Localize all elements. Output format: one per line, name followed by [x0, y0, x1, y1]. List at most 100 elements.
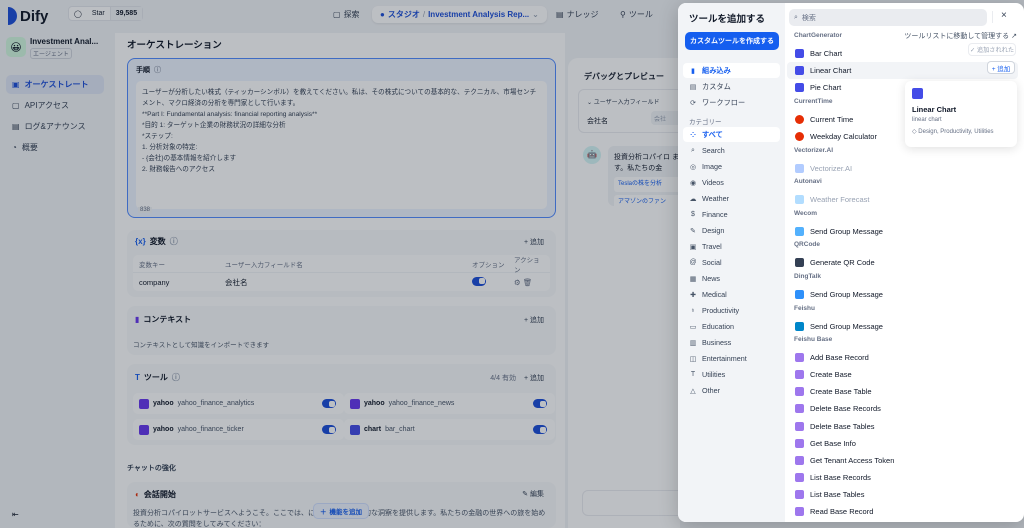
tool-list-item[interactable]: List Base Tables: [787, 486, 1018, 503]
tool-list-item[interactable]: Weather Forecast: [787, 191, 1018, 208]
provider-icon: [795, 490, 804, 499]
divider: [992, 11, 993, 23]
tool-list-item[interactable]: Create Base Table: [787, 383, 1018, 400]
category-other[interactable]: △Other: [683, 383, 780, 398]
category-image[interactable]: ◎Image: [683, 159, 780, 174]
category-label: Design: [702, 226, 724, 235]
category-business[interactable]: ▥Business: [683, 335, 780, 350]
tool-list-item[interactable]: Linear Chart: [787, 62, 1018, 79]
category-label: Education: [702, 322, 734, 331]
provider-heading: Vectorizer.AI: [794, 147, 833, 154]
tool-label: Read Base Record: [810, 507, 873, 516]
tool-label: Send Group Message: [810, 290, 883, 299]
tool-list-item[interactable]: Send Group Message: [787, 223, 1018, 240]
category-weather[interactable]: ☁Weather: [683, 191, 780, 206]
tool-label: Add Base Record: [810, 353, 869, 362]
category-social[interactable]: @Social: [683, 255, 780, 270]
workflow-icon: ⟳: [689, 99, 697, 107]
provider-heading: Wecom: [794, 210, 817, 217]
category-label: 組み込み: [702, 66, 731, 76]
category-label: Productivity: [702, 306, 739, 315]
create-custom-tool-button[interactable]: カスタムツールを作成する: [685, 32, 779, 50]
category-label: Videos: [702, 178, 724, 187]
provider-type-0[interactable]: ▮組み込み: [683, 63, 780, 78]
category-label: カスタム: [702, 82, 731, 92]
education-icon: ▭: [689, 323, 697, 331]
tool-tooltip: Linear Chartlinear chart◇ Design, Produc…: [905, 81, 1017, 147]
tool-list-item[interactable]: Send Group Message: [787, 286, 1018, 303]
category-label: Search: [702, 146, 725, 155]
tool-list-item[interactable]: Read Base Record: [787, 503, 1018, 520]
tool-label: Weekday Calculator: [810, 132, 877, 141]
travel-icon: ▣: [689, 243, 697, 251]
provider-icon: [795, 115, 804, 124]
category-education[interactable]: ▭ Education: [683, 319, 780, 334]
news-icon: ▦: [689, 275, 697, 283]
category-finance[interactable]: $Finance: [683, 207, 780, 222]
tool-label: Pie Chart: [810, 83, 841, 92]
tool-label: Get Tenant Access Token: [810, 456, 894, 465]
provider-icon: [795, 507, 804, 516]
provider-icon: [795, 258, 804, 267]
tool-label: Delete Base Tables: [810, 422, 875, 431]
tool-label: List Base Records: [810, 473, 871, 482]
provider-icon: [795, 422, 804, 431]
tooltip-title: Linear Chart: [912, 105, 1010, 114]
category-utilities[interactable]: TUtilities: [683, 367, 780, 382]
tool-list-item[interactable]: Generate QR Code: [787, 254, 1018, 271]
category-label: News: [702, 274, 720, 283]
tool-list-item[interactable]: Get Base Info: [787, 435, 1018, 452]
provider-icon: [795, 66, 804, 75]
provider-type-2[interactable]: ⟳ ワークフロー: [683, 95, 780, 110]
provider-icon: [795, 83, 804, 92]
provider-icon: [795, 387, 804, 396]
tool-label: Current Time: [810, 115, 853, 124]
tool-list-item[interactable]: Create Base: [787, 366, 1018, 383]
close-icon[interactable]: ×: [1001, 10, 1007, 21]
provider-heading: Feishu Base: [794, 336, 832, 343]
custom-icon: ▤: [689, 83, 697, 91]
search-placeholder: 検索: [802, 13, 816, 23]
weather-icon: ☁: [689, 195, 697, 203]
category-すべて[interactable]: ⁘すべて: [683, 127, 780, 142]
category-videos[interactable]: ◉ Videos: [683, 175, 780, 190]
all-icon: ⁘: [689, 131, 697, 139]
add-tool-button[interactable]: + 追加: [987, 61, 1015, 74]
category-design[interactable]: ✎Design: [683, 223, 780, 238]
tool-list-item[interactable]: Update Base Record: [787, 520, 1018, 522]
productivity-icon: ♁: [689, 307, 697, 314]
provider-icon: [795, 322, 804, 331]
tool-list-item[interactable]: Get Tenant Access Token: [787, 452, 1018, 469]
category-label: Entertainment: [702, 354, 747, 363]
videos-icon: ◉: [689, 179, 697, 187]
provider-type-1[interactable]: ▤ カスタム: [683, 79, 780, 94]
manage-tools-link[interactable]: ツールリストに移動して管理する ↗: [903, 31, 1018, 41]
tool-list-item[interactable]: Delete Base Tables: [787, 418, 1018, 435]
category-label: Other: [702, 386, 720, 395]
provider-icon: [795, 227, 804, 236]
finance-icon: $: [689, 211, 697, 218]
category-news[interactable]: ▦ News: [683, 271, 780, 286]
provider-icon: [795, 370, 804, 379]
provider-icon: [795, 456, 804, 465]
category-medical[interactable]: ✚Medical: [683, 287, 780, 302]
category-label: ワークフロー: [702, 98, 745, 108]
category-travel[interactable]: ▣Travel: [683, 239, 780, 254]
tool-list-item[interactable]: Send Group Message: [787, 318, 1018, 335]
provider-icon: [795, 164, 804, 173]
category-search[interactable]: ⌕Search: [683, 143, 780, 158]
tool-list-item[interactable]: Vectorizer.AI: [787, 160, 1018, 177]
category-entertainment[interactable]: ◫Entertainment: [683, 351, 780, 366]
provider-icon: [795, 290, 804, 299]
search-input[interactable]: ⌕検索: [789, 9, 987, 26]
social-icon: @: [689, 259, 697, 266]
business-icon: ▥: [689, 339, 697, 347]
tool-list-item[interactable]: Add Base Record: [787, 349, 1018, 366]
category-productivity[interactable]: ♁ Productivity: [683, 303, 780, 318]
tool-list-item[interactable]: Delete Base Records: [787, 400, 1018, 417]
tool-label: Delete Base Records: [810, 404, 881, 413]
provider-icon: [795, 473, 804, 482]
tool-list-item[interactable]: List Base Records: [787, 469, 1018, 486]
medical-icon: ✚: [689, 291, 697, 299]
provider-heading: QRCode: [794, 241, 820, 248]
